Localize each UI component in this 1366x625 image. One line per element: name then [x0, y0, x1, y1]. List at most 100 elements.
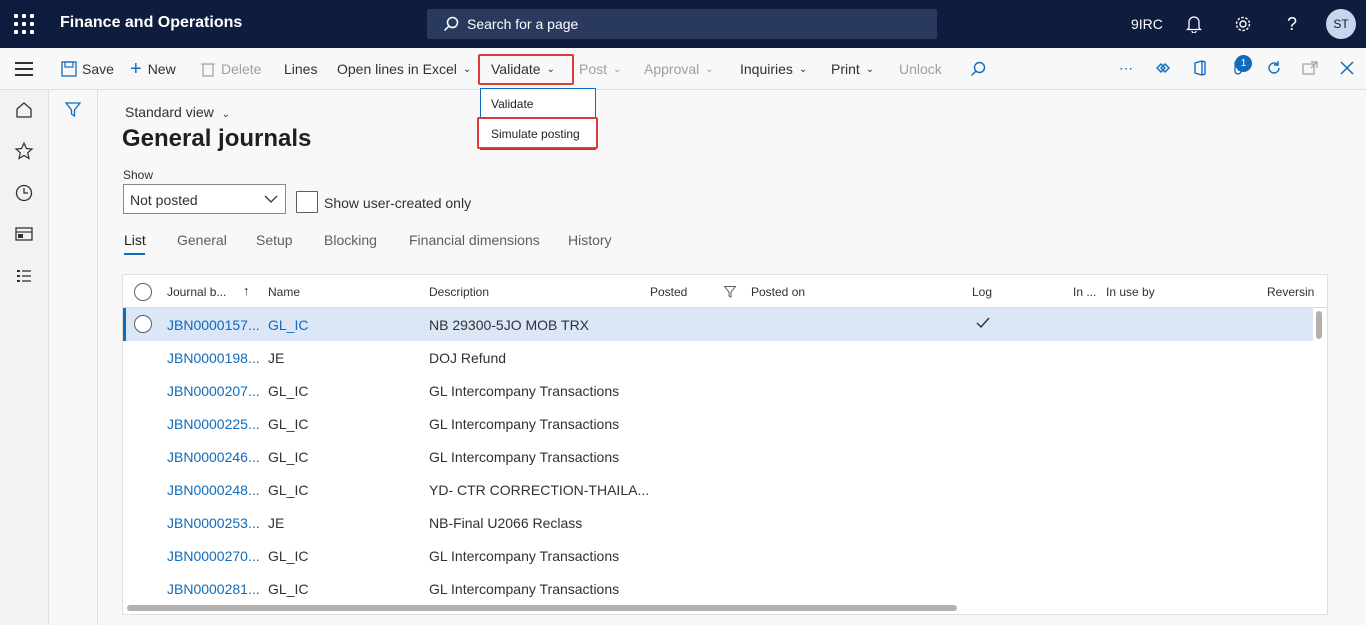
grid-header: Journal b... ↑ Name Description Posted P… [123, 275, 1327, 308]
office-icon[interactable] [1190, 58, 1210, 78]
table-row[interactable]: JBN0000248... GL_IC YD- CTR CORRECTION-T… [123, 473, 1313, 506]
inquiries-label: Inquiries [740, 61, 793, 77]
journal-batch-link[interactable]: JBN0000248... [167, 482, 260, 498]
journal-name-link[interactable]: GL_IC [268, 317, 308, 333]
home-icon[interactable] [14, 100, 34, 120]
column-header-name[interactable]: Name [268, 285, 300, 299]
post-button[interactable]: Post ⌄ [579, 60, 621, 78]
table-row[interactable]: JBN0000207... GL_IC GL Intercompany Tran… [123, 374, 1313, 407]
open-lines-excel-button[interactable]: Open lines in Excel ⌄ [337, 60, 471, 78]
journal-batch-link[interactable]: JBN0000207... [167, 383, 260, 399]
validate-highlight [478, 54, 574, 85]
table-row[interactable]: JBN0000253... JE NB-Final U2066 Reclass [123, 506, 1313, 539]
active-tab-indicator [124, 253, 145, 255]
tab-list[interactable]: List [124, 232, 146, 248]
inquiries-button[interactable]: Inquiries ⌄ [740, 60, 807, 78]
app-launcher-icon[interactable] [14, 14, 34, 34]
menu-item-validate[interactable]: Validate [491, 97, 533, 111]
close-icon[interactable] [1337, 58, 1357, 78]
avatar[interactable]: ST [1326, 9, 1356, 39]
open-new-window-icon[interactable] [1300, 58, 1320, 78]
refresh-icon[interactable] [1264, 58, 1284, 78]
delete-button[interactable]: Delete [201, 60, 261, 78]
modules-list-icon[interactable] [14, 266, 34, 286]
search-placeholder: Search for a page [467, 16, 579, 32]
menu-item-simulate-posting-label: Simulate posting [491, 127, 580, 141]
journal-batch-link[interactable]: JBN0000246... [167, 449, 260, 465]
new-label: New [147, 61, 176, 77]
journal-description: NB-Final U2066 Reclass [429, 515, 583, 531]
column-header-description[interactable]: Description [429, 285, 489, 299]
save-icon [61, 61, 77, 77]
clock-icon[interactable] [14, 183, 34, 203]
journal-name: GL_IC [268, 383, 309, 399]
tab-setup[interactable]: Setup [256, 232, 293, 248]
journal-batch-link[interactable]: JBN0000253... [167, 515, 260, 531]
horizontal-scrollbar[interactable] [127, 605, 957, 611]
selected-row-indicator [123, 308, 126, 341]
column-header-log[interactable]: Log [972, 285, 992, 299]
approval-button[interactable]: Approval ⌄ [644, 60, 714, 78]
menu-item-simulate-posting[interactable]: Simulate posting [477, 117, 598, 149]
table-row[interactable]: JBN0000281... GL_IC GL Intercompany Tran… [123, 572, 1313, 605]
tab-general[interactable]: General [177, 232, 227, 248]
app-title[interactable]: Finance and Operations [60, 14, 242, 32]
table-row[interactable]: JBN0000198... JE DOJ Refund [123, 341, 1313, 374]
save-button[interactable]: Save [61, 60, 114, 78]
user-created-checkbox[interactable] [296, 191, 318, 213]
column-header-posted[interactable]: Posted [650, 285, 687, 299]
print-button[interactable]: Print ⌄ [831, 60, 874, 78]
table-row[interactable]: JBN0000270... GL_IC GL Intercompany Tran… [123, 539, 1313, 572]
star-icon[interactable] [14, 141, 34, 161]
more-options-icon[interactable]: ⋯ [1116, 58, 1136, 78]
company-selector[interactable]: 9IRC [1131, 16, 1163, 32]
journal-batch-link[interactable]: JBN0000225... [167, 416, 260, 432]
journal-name: GL_IC [268, 548, 309, 564]
column-header-in-use[interactable]: In ... [1073, 285, 1096, 299]
journal-description: GL Intercompany Transactions [429, 383, 620, 399]
chevron-down-icon: ⌄ [705, 63, 714, 75]
column-header-journal-batch[interactable]: Journal b... [167, 285, 226, 299]
journal-name: JE [268, 350, 285, 366]
search-icon [443, 16, 459, 32]
gear-icon[interactable] [1231, 12, 1255, 36]
chevron-down-icon [264, 195, 278, 203]
hamburger-icon[interactable] [15, 62, 33, 76]
user-created-label: Show user-created only [324, 195, 472, 211]
lines-button[interactable]: Lines [284, 60, 317, 78]
column-header-in-use-by[interactable]: In use by [1106, 285, 1155, 299]
top-bar: Finance and Operations Search for a page… [0, 0, 1366, 48]
filter-icon[interactable] [65, 102, 81, 118]
search-action-icon[interactable] [970, 60, 986, 78]
journal-batch-link[interactable]: JBN0000281... [167, 581, 260, 597]
save-label: Save [82, 61, 114, 77]
workspaces-icon[interactable] [14, 224, 34, 244]
new-button[interactable]: + New [130, 59, 176, 79]
tab-blocking[interactable]: Blocking [324, 232, 377, 248]
row-select-radio[interactable] [134, 315, 152, 333]
journal-description: NB 29300-5JO MOB TRX [429, 317, 590, 333]
bell-icon[interactable] [1182, 12, 1206, 36]
journal-batch-link[interactable]: JBN0000198... [167, 350, 260, 366]
journal-description: GL Intercompany Transactions [429, 548, 620, 564]
show-select[interactable]: Not posted [123, 184, 286, 214]
tab-financial-dimensions[interactable]: Financial dimensions [409, 232, 540, 248]
sort-ascending-icon[interactable]: ↑ [243, 283, 250, 298]
post-label: Post [579, 61, 608, 77]
power-apps-icon[interactable] [1153, 58, 1173, 78]
table-row[interactable]: JBN0000246... GL_IC GL Intercompany Tran… [123, 440, 1313, 473]
column-header-posted-on[interactable]: Posted on [751, 285, 805, 299]
search-box[interactable]: Search for a page [427, 9, 937, 39]
table-row[interactable]: JBN0000157... GL_IC NB 29300-5JO MOB TRX [123, 308, 1313, 341]
journal-batch-link[interactable]: JBN0000270... [167, 548, 260, 564]
column-header-reversing[interactable]: Reversin [1267, 285, 1314, 299]
journal-batch-link[interactable]: JBN0000157... [167, 317, 260, 333]
select-all-radio[interactable] [134, 283, 152, 301]
unlock-button[interactable]: Unlock [899, 60, 942, 78]
column-filter-icon[interactable] [724, 286, 736, 298]
view-selector[interactable]: Standard view ⌄ [125, 104, 230, 120]
table-row[interactable]: JBN0000225... GL_IC GL Intercompany Tran… [123, 407, 1313, 440]
vertical-scrollbar[interactable] [1316, 311, 1322, 339]
help-icon[interactable]: ? [1280, 12, 1304, 36]
tab-history[interactable]: History [568, 232, 612, 248]
